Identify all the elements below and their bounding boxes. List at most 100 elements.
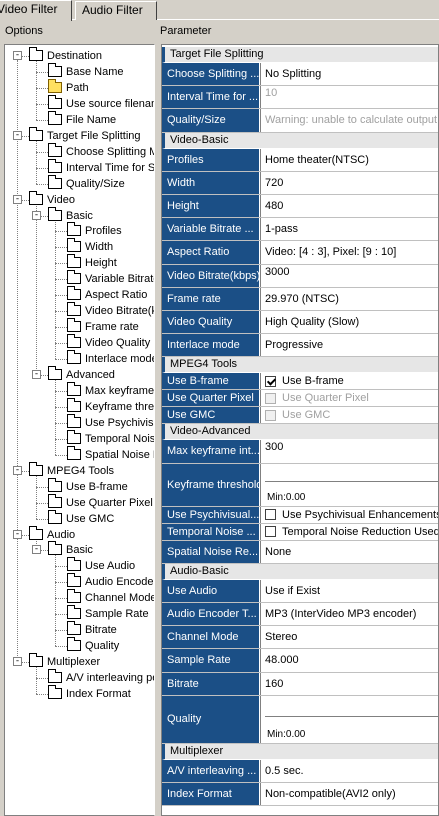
tree-item[interactable]: Index Format	[5, 685, 154, 702]
tree-item[interactable]: Interlace mode	[5, 350, 154, 367]
grid-property-row[interactable]: Quality Min:0.00	[162, 695, 438, 744]
tree-item[interactable]: Quality	[5, 637, 154, 654]
grid-property-row[interactable]: Keyframe threshold Min:0.00	[162, 463, 438, 507]
grid-property-row[interactable]: Bitrate 160	[162, 672, 438, 696]
tree-item[interactable]: Width	[5, 238, 154, 255]
collapse-toggle-icon[interactable]: -	[13, 51, 22, 60]
grid-property-row[interactable]: Aspect Ratio Video: [4 : 3], Pixel: [9 : …	[162, 241, 438, 265]
grid-property-row[interactable]: Temporal Noise ... Temporal Noise Reducti…	[162, 523, 438, 541]
property-checkbox[interactable]: Use GMC	[260, 407, 438, 424]
checkbox-icon[interactable]	[265, 526, 276, 538]
property-value[interactable]: Non-compatible(AVI2 only)	[260, 783, 438, 806]
tree-item[interactable]: Use source filenam	[5, 94, 154, 112]
options-tree[interactable]: - Destination Base Name Path Use source file…	[4, 44, 155, 816]
grid-property-row[interactable]: Quality/Size Warning: unable to calculate…	[162, 109, 438, 133]
tree-item[interactable]: - Target File Splitting	[5, 126, 154, 144]
grid-property-row[interactable]: Sample Rate 48.000	[162, 649, 438, 673]
tree-item[interactable]: Keyframe thres	[5, 397, 154, 415]
tree-item[interactable]: Bitrate	[5, 621, 154, 638]
tree-item[interactable]: Use GMC	[5, 509, 154, 527]
tab-audio-filter[interactable]: Audio Filter	[75, 1, 157, 20]
grid-property-row[interactable]: Interlace mode Progressive	[162, 334, 438, 358]
tree-item[interactable]: - Advanced	[5, 366, 154, 383]
parameter-grid[interactable]: Target File Splitting Choose Splitting ..…	[161, 44, 439, 816]
grid-section-header[interactable]: MPEG4 Tools	[162, 357, 438, 374]
tree-item[interactable]: Profiles	[5, 222, 154, 239]
tree-item[interactable]: Use Psychivisu	[5, 413, 154, 431]
tab-video-filter[interactable]: Video Filter	[0, 0, 72, 21]
tree-item[interactable]: Interval Time for S	[5, 158, 154, 176]
collapse-toggle-icon[interactable]: -	[13, 657, 22, 667]
grid-property-row[interactable]: Profiles Home theater(NTSC)	[162, 148, 438, 172]
tree-item[interactable]: Spatial Noise F	[5, 445, 154, 463]
grid-property-row[interactable]: A/V interleaving ... 0.5 sec.	[162, 759, 438, 783]
grid-section-header[interactable]: Multiplexer	[162, 743, 438, 760]
grid-property-row[interactable]: Audio Encoder T... MP3 (InterVideo MP3 en…	[162, 603, 438, 627]
property-value[interactable]: Video: [4 : 3], Pixel: [9 : 10]	[260, 241, 438, 264]
checked-box-icon[interactable]	[265, 375, 276, 387]
property-value[interactable]: 3000	[260, 264, 438, 287]
grid-property-row[interactable]: Height 480	[162, 195, 438, 219]
property-value[interactable]: 1-pass	[260, 218, 438, 241]
grid-property-row[interactable]: Use GMC Use GMC	[162, 407, 438, 425]
grid-property-row[interactable]: Choose Splitting ... No Splitting	[162, 63, 438, 87]
grid-property-row[interactable]: Use Quarter Pixel Use Quarter Pixel	[162, 390, 438, 408]
tree-item[interactable]: Video Quality	[5, 334, 154, 351]
slider-track[interactable]	[265, 715, 438, 720]
property-value[interactable]: 720	[260, 171, 438, 194]
grid-property-row[interactable]: Max keyframe int... 300	[162, 440, 438, 464]
collapse-toggle-icon[interactable]: -	[13, 194, 22, 204]
tree-item[interactable]: - Basic	[5, 541, 154, 558]
checkbox-icon[interactable]	[265, 392, 276, 404]
grid-property-row[interactable]: Use B-frame Use B-frame	[162, 373, 438, 391]
property-value[interactable]: 48.000	[260, 649, 438, 672]
property-value[interactable]: 160	[260, 672, 438, 695]
property-value[interactable]: Stereo	[260, 626, 438, 649]
property-value[interactable]: Progressive	[260, 334, 438, 357]
property-value[interactable]: 480	[260, 195, 438, 218]
collapse-toggle-icon[interactable]: -	[32, 370, 41, 379]
grid-property-row[interactable]: Frame rate 29.970 (NTSC)	[162, 287, 438, 311]
checkbox-icon[interactable]	[265, 409, 276, 421]
tree-item[interactable]: Use Audio	[5, 557, 154, 574]
grid-property-row[interactable]: Index Format Non-compatible(AVI2 only)	[162, 783, 438, 807]
tree-item[interactable]: Sample Rate	[5, 605, 154, 622]
tree-item[interactable]: - MPEG4 Tools	[5, 461, 154, 479]
tree-item[interactable]: Path	[5, 78, 154, 96]
grid-property-row[interactable]: Channel Mode Stereo	[162, 626, 438, 650]
grid-property-row[interactable]: Use Psychivisual... Use Psychivisual Enha…	[162, 506, 438, 524]
property-value[interactable]: Home theater(NTSC)	[260, 148, 438, 171]
tree-item[interactable]: Max keyframe	[5, 381, 154, 399]
tree-item[interactable]: Aspect Ratio	[5, 286, 154, 303]
grid-property-row[interactable]: Width 720	[162, 171, 438, 195]
property-slider[interactable]: Min:0.00	[260, 695, 438, 743]
tree-item[interactable]: Use Quarter Pixel	[5, 493, 154, 511]
property-value[interactable]: MP3 (InterVideo MP3 encoder)	[260, 603, 438, 626]
grid-property-row[interactable]: Use Audio Use if Exist	[162, 579, 438, 603]
checkbox-icon[interactable]	[265, 509, 276, 521]
tree-item[interactable]: A/V interleaving pe	[5, 669, 154, 686]
tree-item[interactable]: Temporal Noise	[5, 429, 154, 447]
tree-item[interactable]: - Multiplexer	[5, 653, 154, 670]
grid-section-header[interactable]: Video-Advanced	[162, 424, 438, 441]
tree-item[interactable]: - Basic	[5, 206, 154, 224]
grid-property-row[interactable]: Variable Bitrate ... 1-pass	[162, 218, 438, 242]
property-value[interactable]: Use if Exist	[260, 579, 438, 602]
property-value[interactable]: High Quality (Slow)	[260, 311, 438, 334]
tree-item[interactable]: Variable Bitrate	[5, 270, 154, 287]
tree-item[interactable]: - Video	[5, 190, 154, 208]
property-value[interactable]: None	[260, 540, 438, 563]
tree-item[interactable]: Base Name	[5, 62, 154, 80]
grid-property-row[interactable]: Video Quality High Quality (Slow)	[162, 311, 438, 335]
collapse-toggle-icon[interactable]: -	[13, 130, 22, 140]
collapse-toggle-icon[interactable]: -	[13, 465, 22, 475]
tree-item[interactable]: File Name	[5, 110, 154, 128]
property-slider[interactable]: Min:0.00	[260, 463, 438, 506]
property-value[interactable]: 300	[260, 440, 438, 463]
property-value[interactable]: 10	[260, 86, 438, 109]
tree-item[interactable]: Channel Mode	[5, 589, 154, 606]
property-checkbox[interactable]: Temporal Noise Reduction Used	[260, 523, 438, 540]
grid-property-row[interactable]: Spatial Noise Re... None	[162, 540, 438, 564]
tree-item[interactable]: Quality/Size	[5, 174, 154, 192]
tree-item[interactable]: - Destination	[5, 47, 154, 64]
